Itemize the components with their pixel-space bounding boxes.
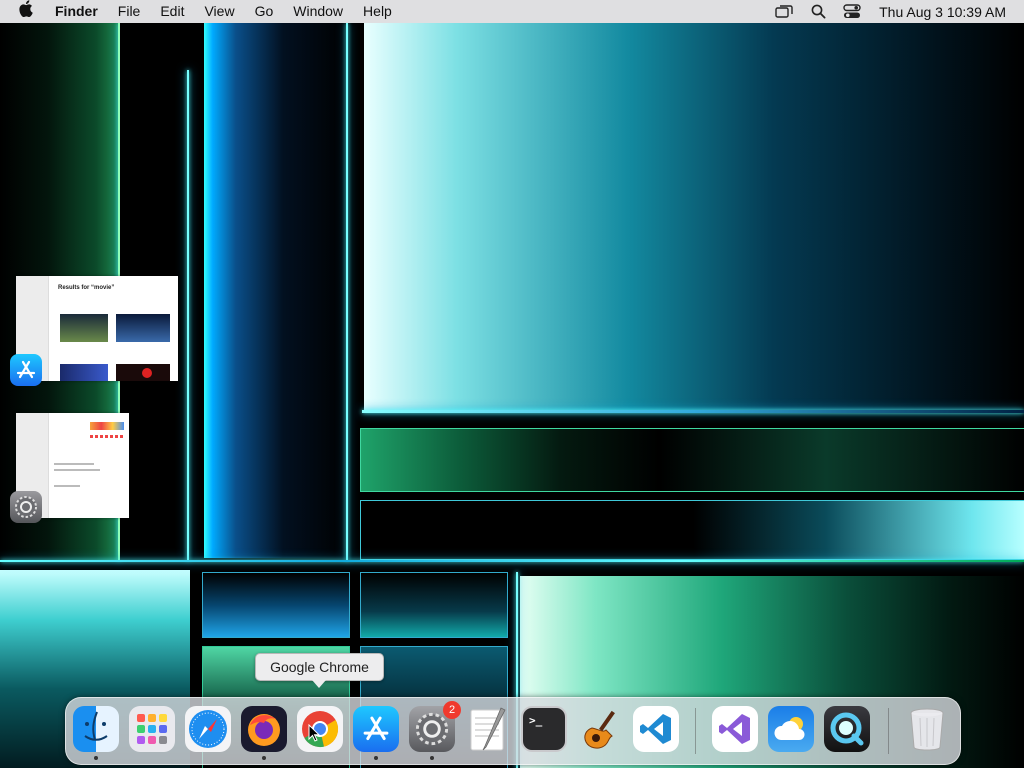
menu-window[interactable]: Window <box>283 0 353 23</box>
dock-item-textedit[interactable] <box>465 706 511 752</box>
app-store-window-title: Results for “movie” <box>58 285 115 291</box>
firefox-icon <box>241 706 287 752</box>
dock-tooltip-label: Google Chrome <box>270 659 369 675</box>
chrome-icon <box>297 706 343 752</box>
dock: 2 >_ <box>65 697 961 765</box>
search-icon[interactable] <box>809 4 827 20</box>
dock-item-terminal[interactable]: >_ <box>521 706 567 752</box>
dock-tooltip: Google Chrome <box>255 653 384 688</box>
weather-icon <box>768 706 814 752</box>
dock-item-trash[interactable] <box>904 706 950 752</box>
dock-separator <box>888 708 889 754</box>
app-menu-finder[interactable]: Finder <box>45 0 108 23</box>
dock-separator <box>695 708 696 754</box>
visual-studio-icon <box>712 706 758 752</box>
app-store-icon <box>353 706 399 752</box>
app-store-window-icon <box>10 354 42 386</box>
running-indicator <box>262 756 266 760</box>
running-indicator <box>374 756 378 760</box>
dock-item-google-chrome[interactable] <box>297 706 343 752</box>
dock-item-app-store[interactable] <box>353 706 399 760</box>
desktop-wallpaper <box>0 0 1024 768</box>
vscode-icon <box>633 706 679 752</box>
dock-item-quicktime-player[interactable] <box>824 706 870 752</box>
menu-help[interactable]: Help <box>353 0 402 23</box>
trash-icon <box>904 706 950 752</box>
textedit-icon <box>465 706 511 752</box>
dock-item-launchpad[interactable] <box>129 706 175 752</box>
menu-edit[interactable]: Edit <box>150 0 194 23</box>
system-settings-window-icon <box>10 491 42 523</box>
control-center-icon[interactable] <box>843 4 861 20</box>
menu-view[interactable]: View <box>194 0 244 23</box>
mouse-cursor-icon <box>308 724 320 742</box>
running-indicator <box>94 756 98 760</box>
menu-file[interactable]: File <box>108 0 151 23</box>
launchpad-icon <box>129 706 175 752</box>
dock-item-visual-studio[interactable] <box>712 706 758 752</box>
dock-item-visual-studio-code[interactable] <box>633 706 679 752</box>
apple-menu-icon[interactable] <box>0 0 45 23</box>
dock-item-system-settings[interactable]: 2 <box>409 701 461 760</box>
notification-badge: 2 <box>443 701 461 719</box>
dock-item-garageband[interactable] <box>577 706 623 752</box>
garageband-icon <box>577 706 623 752</box>
dock-item-finder[interactable] <box>73 706 119 760</box>
finder-icon <box>73 706 119 752</box>
terminal-icon: >_ <box>521 706 567 752</box>
menu-clock[interactable]: Thu Aug 3 10:39 AM <box>879 4 1006 20</box>
menu-bar: Finder File Edit View Go Window Help Thu… <box>0 0 1024 23</box>
quicktime-icon <box>824 706 870 752</box>
menu-go[interactable]: Go <box>245 0 284 23</box>
safari-icon <box>185 706 231 752</box>
running-indicator <box>430 756 434 760</box>
dock-item-weather[interactable] <box>768 706 814 752</box>
dock-item-firefox[interactable] <box>241 706 287 760</box>
screen-mirroring-icon[interactable] <box>775 4 793 20</box>
dock-item-safari[interactable] <box>185 706 231 752</box>
